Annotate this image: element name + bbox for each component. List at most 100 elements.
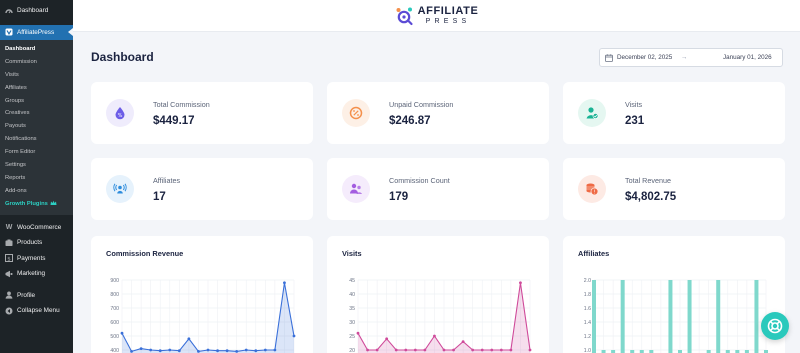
payments-icon: $	[5, 254, 13, 263]
lifebuoy-icon	[767, 318, 783, 334]
submenu-add-ons[interactable]: Add-ons	[0, 185, 73, 198]
submenu-dashboard[interactable]: Dashboard	[0, 43, 73, 56]
submenu-commission[interactable]: Commission	[0, 56, 73, 69]
data-point	[528, 348, 532, 352]
submenu-growth-plugins[interactable]: Growth Plugins	[0, 198, 73, 211]
submenu-form-editor[interactable]: Form Editor	[0, 146, 73, 159]
y-tick-label: 400	[110, 348, 119, 353]
submenu-groups[interactable]: Groups	[0, 95, 73, 108]
stat-label: Affiliates	[153, 175, 181, 185]
stat-value: 231	[625, 114, 645, 127]
data-point	[120, 331, 124, 335]
affiliates-chart: 2.0 1.8 1.6 1.4 1.2 1.0	[584, 278, 768, 353]
y-tick-label: 20	[349, 348, 355, 353]
menu-products[interactable]: Products	[0, 235, 73, 251]
help-support-button[interactable]	[761, 312, 789, 340]
calendar-icon	[605, 53, 613, 62]
y-tick-label: 500	[110, 334, 119, 340]
wp-lower-menu: W WooCommerce Products $ Payments Market…	[0, 220, 73, 319]
y-tick-label: 1.6	[584, 306, 591, 312]
user-visit-icon	[578, 99, 606, 127]
menu-dashboard-label: Dashboard	[17, 7, 49, 15]
affiliatepress-submenu: Dashboard Commission Visits Affiliates G…	[0, 40, 73, 215]
stat-label: Visits	[625, 99, 643, 109]
data-point	[292, 334, 296, 338]
menu-woocommerce-label: WooCommerce	[17, 223, 62, 231]
profile-icon	[5, 291, 13, 299]
bar	[592, 280, 596, 353]
dashboard-icon	[5, 7, 13, 15]
stat-value: $4,802.75	[625, 190, 677, 203]
data-point	[423, 348, 427, 352]
data-point	[139, 347, 143, 350]
bar	[620, 280, 625, 353]
date-range-picker[interactable]: December 02, 2025 → January 01, 2026	[599, 48, 783, 67]
data-point	[225, 349, 229, 353]
coins-icon: !	[578, 175, 606, 203]
percent-badge-icon	[342, 99, 370, 127]
data-point	[197, 350, 200, 353]
submenu-affiliates[interactable]: Affiliates	[0, 82, 73, 95]
stat-card-visits: Visits 231	[563, 82, 785, 144]
top-header: AFFILIATE PRESS	[73, 0, 800, 32]
data-point	[187, 337, 191, 341]
date-arrow: →	[681, 54, 688, 61]
menu-profile-label: Profile	[17, 291, 36, 299]
y-tick-label: 35	[349, 306, 355, 312]
y-tick-label: 1.4	[584, 320, 591, 326]
chart-card-visits: Visits 45 40 35 30 25 20	[327, 236, 549, 353]
menu-marketing[interactable]: Marketing	[0, 266, 73, 282]
submenu-visits[interactable]: Visits	[0, 69, 73, 82]
menu-payments[interactable]: $ Payments	[0, 251, 73, 267]
submenu-reports[interactable]: Reports	[0, 172, 73, 185]
data-point	[177, 349, 181, 353]
data-point	[244, 348, 248, 352]
data-point	[442, 348, 446, 352]
brand-subname: PRESS	[425, 18, 471, 25]
data-point	[471, 348, 475, 352]
submenu-settings[interactable]: Settings	[0, 159, 73, 172]
collapse-icon	[5, 307, 13, 315]
stat-value: $449.17	[153, 114, 195, 127]
data-point	[413, 348, 417, 352]
percent-drop-icon: %	[106, 99, 134, 127]
stat-card-total-commission: % Total Commission $449.17	[91, 82, 313, 144]
submenu-notifications[interactable]: Notifications	[0, 133, 73, 146]
data-point	[461, 340, 465, 343]
y-tick-label: 1.0	[584, 348, 591, 353]
users-group-icon	[342, 175, 370, 203]
stat-value: $246.87	[389, 114, 431, 127]
stat-card-total-revenue: ! Total Revenue $4,802.75	[563, 158, 785, 220]
collapse-menu-label: Collapse Menu	[17, 307, 60, 315]
bar	[687, 280, 692, 353]
menu-marketing-label: Marketing	[17, 270, 46, 278]
date-start: December 02, 2025	[617, 54, 673, 61]
data-point	[480, 348, 484, 352]
y-tick-label: 2.0	[584, 278, 591, 284]
megaphone-icon	[5, 270, 13, 278]
data-point	[263, 348, 267, 352]
stat-label: Commission Count	[389, 175, 450, 185]
menu-woocommerce[interactable]: W WooCommerce	[0, 220, 73, 236]
data-point	[206, 348, 210, 352]
logo-mark-icon	[396, 7, 413, 25]
date-end: January 01, 2026	[723, 54, 772, 61]
data-point	[158, 349, 162, 353]
stat-label: Unpaid Commission	[389, 99, 454, 109]
submenu-creatives[interactable]: Creatives	[0, 107, 73, 120]
stat-value: 17	[153, 190, 166, 203]
data-point	[254, 349, 258, 353]
data-point	[499, 348, 503, 352]
menu-payments-label: Payments	[17, 254, 46, 262]
menu-affiliatepress[interactable]: AffiliatePress	[0, 24, 73, 40]
wp-admin-sidebar: Dashboard AffiliatePress Dashboard Commi…	[0, 0, 73, 353]
submenu-payouts[interactable]: Payouts	[0, 120, 73, 133]
menu-affiliatepress-label: AffiliatePress	[17, 28, 55, 36]
collapse-menu-button[interactable]: Collapse Menu	[0, 303, 73, 319]
data-point	[149, 348, 153, 352]
y-tick-label: 40	[349, 292, 355, 298]
menu-dashboard[interactable]: Dashboard	[0, 3, 73, 19]
menu-profile[interactable]: Profile	[0, 288, 73, 304]
page-title: Dashboard	[91, 50, 154, 64]
chart-card-affiliates: Affiliates 2.0 1.8 1.6 1.4 1.2 1.0	[563, 236, 785, 353]
